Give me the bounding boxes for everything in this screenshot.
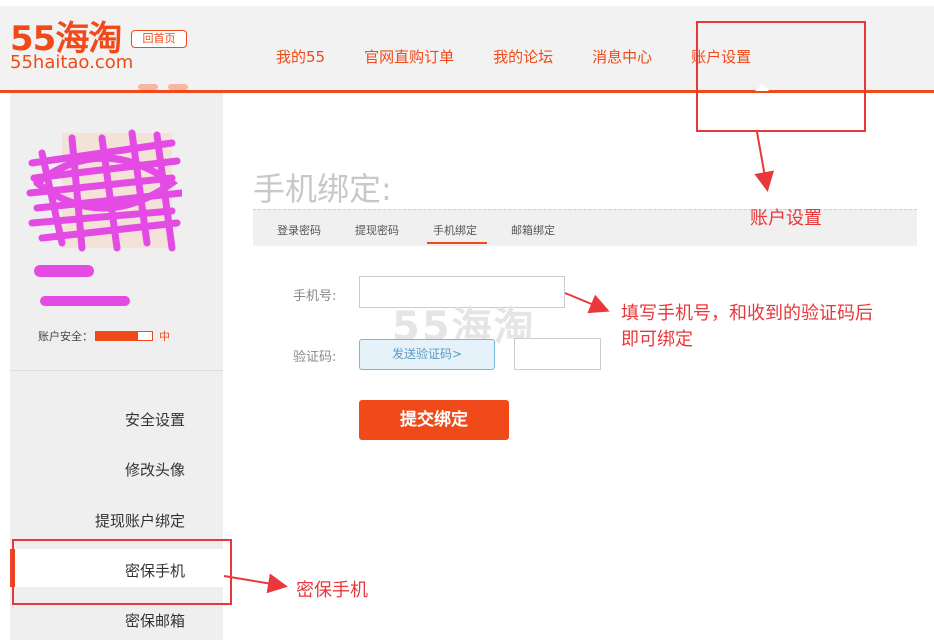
arrow-account-settings <box>754 131 775 192</box>
arrow-secure-phone <box>223 573 288 594</box>
annotation-account-settings: 账户设置 <box>750 208 822 229</box>
annotation-fill-phone-line2: 即可绑定 <box>621 329 693 350</box>
annotation-fill-phone-line1: 填写手机号，和收到的验证码后 <box>621 303 873 324</box>
arrow-phone-input <box>564 292 610 314</box>
annotation-secure-phone: 密保手机 <box>296 580 368 601</box>
